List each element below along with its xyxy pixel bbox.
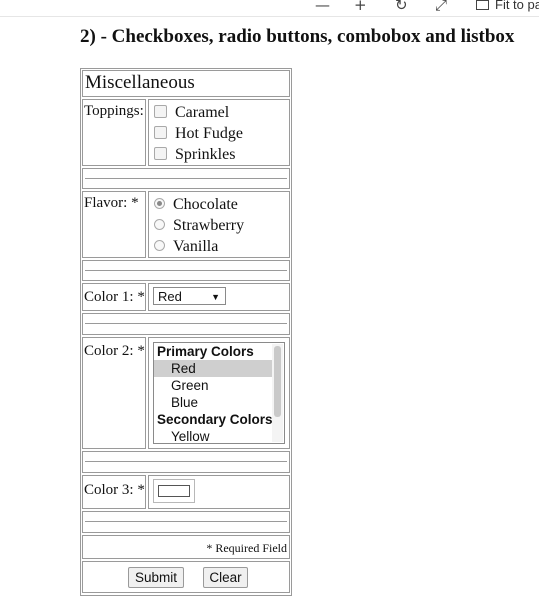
checkbox-label: Hot Fudge <box>175 125 243 142</box>
radio-label: Vanilla <box>173 238 219 255</box>
submit-button[interactable]: Submit <box>128 567 184 588</box>
checkbox-label: Sprinkles <box>175 146 236 163</box>
color1-input-cell: Red ▼ <box>148 283 290 311</box>
flavor-label: Flavor: * <box>84 195 139 211</box>
divider <box>85 521 287 522</box>
divider <box>85 178 287 179</box>
page-title: 2) - Checkboxes, radio buttons, combobox… <box>80 26 515 47</box>
clear-button[interactable]: Clear <box>203 567 248 588</box>
radio-selected-icon[interactable] <box>154 197 165 209</box>
spacer-row <box>82 260 290 281</box>
divider <box>85 270 287 271</box>
spacer-row <box>82 511 290 533</box>
checkbox-icon[interactable] <box>154 146 167 160</box>
color2-input-cell: Primary Colors Red Green Blue Secondary … <box>148 337 290 449</box>
flavor-label-cell: Flavor: * <box>82 191 146 258</box>
viewer-toolbar: — + ↻ ⤢ Fit to pa <box>0 0 539 17</box>
listbox-option-red[interactable]: Red <box>154 360 283 377</box>
radio-label: Chocolate <box>173 196 238 213</box>
checkbox-hot-fudge[interactable]: Hot Fudge <box>154 125 243 143</box>
miscellaneous-form: Miscellaneous Toppings: Caramel Hot Fudg… <box>80 68 292 596</box>
color3-picker[interactable] <box>153 479 195 503</box>
color1-selected-value: Red <box>158 289 182 304</box>
spacer-row <box>82 451 290 473</box>
optgroup-label: Secondary Colors <box>157 412 273 427</box>
radio-strawberry[interactable]: Strawberry <box>154 217 244 235</box>
rotate-icon[interactable]: ↻ <box>395 0 408 14</box>
listbox-scrollbar[interactable] <box>272 344 283 442</box>
radio-icon[interactable] <box>154 218 165 230</box>
color1-label: Color 1: * <box>84 289 145 305</box>
color3-label: Color 3: * <box>84 482 145 498</box>
color3-label-cell: Color 3: * <box>82 475 146 509</box>
radio-vanilla[interactable]: Vanilla <box>154 238 218 256</box>
radio-chocolate[interactable]: Chocolate <box>154 196 238 214</box>
section-title: Miscellaneous <box>85 72 195 93</box>
expand-icon[interactable]: ⤢ <box>435 0 447 14</box>
checkbox-icon[interactable] <box>154 125 167 139</box>
chevron-down-icon: ▼ <box>211 292 220 302</box>
flavor-options-cell: Chocolate Strawberry Vanilla <box>148 191 290 258</box>
fit-to-page-label: Fit to pa <box>495 0 539 12</box>
optgroup-label: Primary Colors <box>157 344 254 359</box>
spacer-row <box>82 313 290 335</box>
divider <box>85 461 287 462</box>
toppings-label: Toppings: <box>84 103 144 119</box>
button-row: Submit Clear <box>82 561 290 593</box>
required-field-note: * Required Field <box>206 541 287 555</box>
color2-label-cell: Color 2: * <box>82 337 146 449</box>
section-title-cell: Miscellaneous <box>82 70 290 97</box>
listbox-option-blue[interactable]: Blue <box>154 394 283 411</box>
color1-label-cell: Color 1: * <box>82 283 146 311</box>
fit-page-icon <box>476 0 489 10</box>
toppings-label-cell: Toppings: <box>82 99 146 166</box>
color3-input-cell <box>148 475 290 509</box>
required-note-cell: * Required Field <box>82 535 290 559</box>
zoom-in-icon[interactable]: + <box>354 0 367 14</box>
color2-listbox[interactable]: Primary Colors Red Green Blue Secondary … <box>153 342 285 444</box>
color-swatch <box>158 485 190 497</box>
zoom-out-icon[interactable]: — <box>315 0 330 14</box>
checkbox-caramel[interactable]: Caramel <box>154 104 229 122</box>
listbox-option-green[interactable]: Green <box>154 377 283 394</box>
spacer-row <box>82 168 290 189</box>
checkbox-icon[interactable] <box>154 104 167 118</box>
checkbox-sprinkles[interactable]: Sprinkles <box>154 146 235 164</box>
radio-icon[interactable] <box>154 239 165 251</box>
divider <box>85 323 287 324</box>
fit-to-page-button[interactable]: Fit to pa <box>476 0 539 12</box>
scrollbar-thumb[interactable] <box>274 346 281 417</box>
radio-label: Strawberry <box>173 217 245 234</box>
checkbox-label: Caramel <box>175 104 230 121</box>
toppings-options-cell: Caramel Hot Fudge Sprinkles <box>148 99 290 166</box>
color1-select[interactable]: Red ▼ <box>153 287 226 305</box>
listbox-option-yellow[interactable]: Yellow <box>154 428 283 443</box>
color2-label: Color 2: * <box>84 343 145 359</box>
